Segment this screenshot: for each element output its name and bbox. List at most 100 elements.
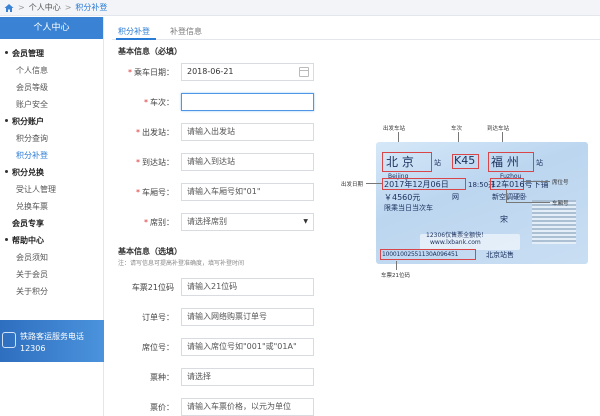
car-number-input[interactable]: 请输入车厢号如"01" [181,183,314,201]
caret-down-icon: ▼ [303,218,308,225]
seat-class-selected: 请选择席别 [187,217,227,226]
breadcrumb: > 个人中心 > 积分补登 [4,2,107,13]
required-mark: * [128,68,132,77]
section-title-optional: 基本信息（选填） [118,247,182,256]
tab-supplement-info[interactable]: 补登信息 [170,26,202,37]
ticket-seat-type: 新空调硬卧 [492,193,527,201]
annotation-to-station: 到达车站 [487,126,510,132]
section-title-required: 基本信息（必填） [118,47,182,56]
label-train-number: * 车次： [144,98,174,107]
tab-points-supplement[interactable]: 积分补登 [118,26,150,37]
seat-number-input[interactable]: 请输入席位号如"001"或"01A" [181,338,314,356]
sidebar-item-points-supplement[interactable]: 积分补登 [0,147,103,164]
service-hotline-banner[interactable]: 铁路客运服务电话 12306 [0,320,104,362]
home-icon[interactable] [4,3,14,13]
label-arrival-station: * 到达站： [136,158,174,167]
bullet-icon [5,51,8,54]
ticket-slogan: 12306仅售票全额快！ [426,232,488,239]
ticket-train-no: K45 [454,154,476,167]
sidebar-title: 个人中心 [0,17,103,39]
ticket-type-select[interactable]: 请选择 [181,368,314,386]
sidebar: 个人中心 会员管理 个人信息 会员等级 账户安全 积分账户 积分查询 积分补登 … [0,17,104,416]
label-ticket-type: 票种： [150,373,174,382]
sidebar-group-points-exchange[interactable]: 积分兑换 [0,164,103,181]
label-ticket-price: 票价： [150,403,174,412]
order-number-input[interactable]: 请输入网络购票订单号 [181,308,314,326]
sidebar-item-assignee-management[interactable]: 受让人管理 [0,181,103,198]
calendar-icon[interactable] [299,67,309,77]
leader-line [506,202,550,203]
ticket-net: 网 [452,193,459,201]
required-mark: * [136,188,140,197]
train-number-input[interactable] [181,93,314,111]
label-order-number: 订单号： [142,313,174,322]
leader-line [524,181,550,182]
sidebar-group-label: 积分账户 [12,117,44,126]
sidebar-group-help-center[interactable]: 帮助中心 [0,232,103,249]
required-mark: * [136,128,140,137]
annotation-code21: 车票21位码 [381,273,410,279]
annotation-depart-date: 出发日期 [341,182,364,188]
ticket-price-input[interactable]: 请输入车票价格，以元为单位 [181,398,314,416]
annotation-train-no: 车次 [451,126,463,132]
leader-line [396,261,397,270]
sidebar-group-label: 帮助中心 [12,236,44,245]
bullet-icon [5,170,8,173]
sidebar-item-points-query[interactable]: 积分查询 [0,130,103,147]
ticket-price: ￥4560元 [384,193,421,202]
ticket-passenger-name: 宋 [500,215,508,224]
breadcrumb-separator: > [18,3,25,12]
ticket-code21-input[interactable]: 请输入21位码 [181,278,314,296]
section-note: 注：请写信息可提高补登准确度，填写补登时间 [118,260,245,267]
annotation-seat-no: 席位号 [552,180,569,186]
hotline-number: 12306 [20,344,46,353]
travel-date-input[interactable]: 2018-06-21 [181,63,314,81]
sidebar-item-personal-info[interactable]: 个人信息 [0,62,103,79]
label-seat-class: * 席别： [144,218,174,227]
ticket-notice: 限乘当日当次车 [384,204,433,212]
sidebar-group-member-management[interactable]: 会员管理 [0,45,103,62]
bullet-icon [5,119,8,122]
annotation-car-no: 车厢号 [552,201,569,207]
ticket-site: www.lxbank.com [430,239,481,246]
top-bar: > 个人中心 > 积分补登 [0,0,600,16]
ticket-office: 北京站售 [486,251,514,259]
sidebar-group-points-account[interactable]: 积分账户 [0,113,103,130]
ticket-from-cn: 北 京 [386,155,414,169]
sidebar-item-about-member[interactable]: 关于会员 [0,266,103,283]
sidebar-group-label: 会员专享 [12,219,44,228]
ticket-date: 2017年12月06日 [384,180,449,189]
sidebar-group-member-exclusive[interactable]: 会员专享 [0,215,103,232]
label-travel-date: * 乘车日期： [128,68,174,77]
departure-station-input[interactable]: 请输入出发站 [181,123,314,141]
arrival-station-input[interactable]: 请输入到达站 [181,153,314,171]
label-seat-number: 席位号： [142,343,174,352]
sidebar-item-member-level[interactable]: 会员等级 [0,79,103,96]
sidebar-item-member-notice[interactable]: 会员须知 [0,249,103,266]
sidebar-item-exchange-tickets[interactable]: 兑换车票 [0,198,103,215]
required-mark: * [136,158,140,167]
sidebar-item-account-security[interactable]: 账户安全 [0,96,103,113]
ticket-to-cn: 福 州 [491,155,519,169]
ticket-to-suffix: 站 [536,159,543,167]
leader-line [366,183,382,184]
label-departure-station: * 出发站： [136,128,174,137]
active-tab-indicator [116,38,156,40]
tab-bar: 积分补登 补登信息 [112,22,600,40]
sidebar-menu: 会员管理 个人信息 会员等级 账户安全 积分账户 积分查询 积分补登 积分兑换 … [0,39,103,300]
seat-class-select[interactable]: 请选择席别 ▼ [181,213,314,231]
bullet-icon [5,238,8,241]
required-mark: * [144,98,148,107]
travel-date-value: 2018-06-21 [187,67,234,76]
required-mark: * [144,218,148,227]
ticket-code21: 10001002551130A096451 [382,251,459,258]
sidebar-item-about-points[interactable]: 关于积分 [0,283,103,300]
breadcrumb-item-personal-center[interactable]: 个人中心 [29,2,61,13]
leader-line [506,190,507,202]
sidebar-group-label: 积分兑换 [12,168,44,177]
label-ticket-code21: 车票21位码 [131,283,174,292]
hotline-label: 铁路客运服务电话 [20,332,84,341]
sidebar-group-label: 会员管理 [12,49,44,58]
label-car-number: * 车厢号： [136,188,174,197]
annotation-from-station: 出发车站 [383,126,406,132]
